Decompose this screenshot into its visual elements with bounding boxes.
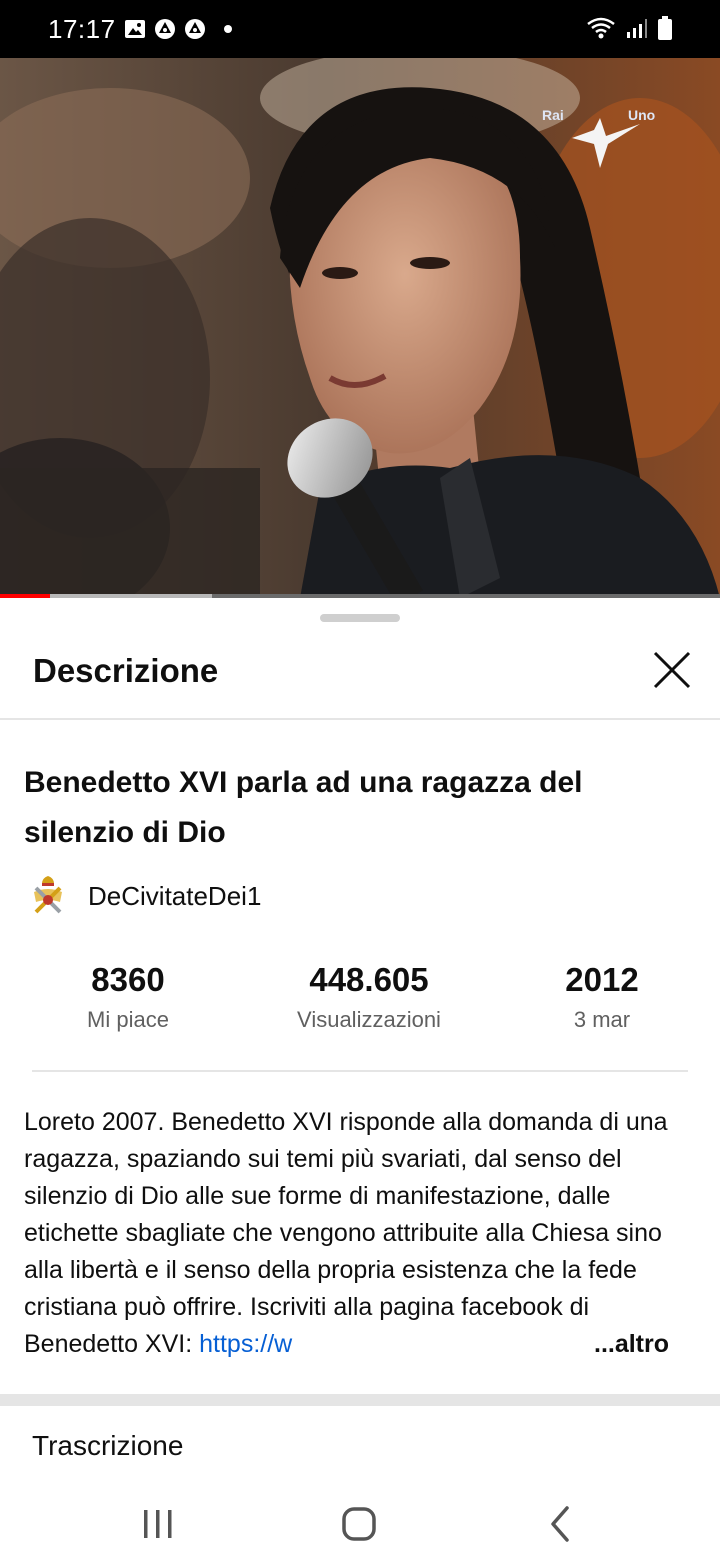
svg-text:Rai: Rai bbox=[542, 107, 564, 123]
more-button[interactable]: ...altro bbox=[594, 1326, 669, 1363]
svg-text:Uno: Uno bbox=[628, 107, 655, 123]
more-notifications-dot bbox=[224, 25, 232, 33]
gallery-icon bbox=[125, 20, 145, 38]
likes-count: 8360 bbox=[91, 961, 165, 998]
upload-date: 3 mar bbox=[573, 1007, 631, 1032]
description-sheet: Descrizione Benedetto XVI parla ad una r… bbox=[0, 598, 720, 1560]
transcript-section[interactable]: Trascrizione bbox=[32, 1430, 183, 1462]
video-title: Benedetto XVI parla ad una ragazza del s… bbox=[24, 766, 583, 849]
description-text: Loreto 2007. Benedetto XVI risponde alla… bbox=[24, 1104, 704, 1363]
section-separator bbox=[0, 1394, 720, 1406]
description-link[interactable]: https://w bbox=[199, 1330, 292, 1358]
system-nav-bar bbox=[0, 1480, 720, 1560]
video-frame: Rai Uno bbox=[0, 58, 720, 598]
channel-row[interactable]: DeCivitateDei1 bbox=[24, 868, 261, 924]
status-notification-icons bbox=[124, 18, 232, 40]
description-body: Loreto 2007. Benedetto XVI risponde alla… bbox=[24, 1108, 668, 1358]
sheet-title: Descrizione bbox=[33, 652, 219, 689]
views-count: 448.605 bbox=[309, 961, 429, 998]
signal-icon bbox=[627, 19, 647, 38]
stat-date: 2012 3 mar bbox=[512, 958, 692, 1038]
status-time: 17:17 bbox=[48, 14, 116, 44]
stat-views: 448.605 Visualizzazioni bbox=[259, 958, 479, 1038]
status-bar: 17:17 bbox=[0, 0, 720, 58]
channel-avatar[interactable] bbox=[24, 872, 72, 920]
header-divider bbox=[0, 718, 720, 720]
stat-likes: 8360 Mi piace bbox=[28, 958, 228, 1038]
upload-year: 2012 bbox=[565, 961, 639, 998]
likes-label: Mi piace bbox=[87, 1007, 169, 1032]
video-stats: 8360 Mi piace 448.605 Visualizzazioni 20… bbox=[0, 958, 720, 1038]
stats-divider bbox=[32, 1070, 688, 1072]
battery-icon bbox=[658, 16, 672, 40]
drag-handle[interactable] bbox=[320, 614, 400, 622]
back-icon[interactable] bbox=[531, 1494, 591, 1554]
channel-name[interactable]: DeCivitateDei1 bbox=[88, 881, 261, 912]
views-label: Visualizzazioni bbox=[297, 1007, 441, 1032]
more-fade: ...altro bbox=[560, 1326, 710, 1363]
recent-apps-icon[interactable] bbox=[128, 1494, 188, 1554]
notification-icon bbox=[155, 19, 175, 39]
close-icon[interactable] bbox=[646, 644, 698, 696]
home-icon[interactable] bbox=[329, 1494, 389, 1554]
notification-icon bbox=[185, 19, 205, 39]
status-system-icons bbox=[586, 16, 672, 40]
wifi-icon bbox=[587, 17, 615, 39]
video-player[interactable]: Rai Uno bbox=[0, 58, 720, 598]
